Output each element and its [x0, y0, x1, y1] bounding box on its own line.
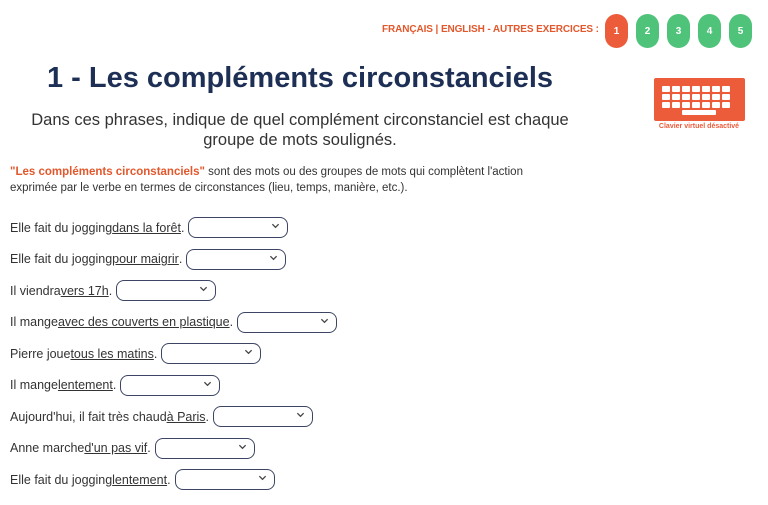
sentence-text: Anne marche: [10, 441, 85, 456]
nav-autres-exercices: AUTRES EXERCICES :: [492, 24, 599, 35]
answer-select[interactable]: [186, 248, 287, 270]
chevron-down-icon: [245, 349, 253, 355]
sentence-text: Il mange: [10, 315, 58, 330]
page-title: 1 - Les compléments circonstanciels: [46, 62, 554, 94]
sentence-end: .: [108, 283, 113, 298]
exercise-row: Pierre joue tous les matins.: [10, 338, 337, 370]
answer-select[interactable]: [116, 280, 217, 302]
answer-select[interactable]: [120, 374, 221, 396]
underlined-group: avec des couverts en plastique: [57, 315, 230, 330]
exercise-row: Aujourd'hui, il fait très chaud à Paris.: [10, 401, 337, 433]
sentence-end: .: [147, 441, 151, 456]
answer-select[interactable]: [161, 343, 262, 365]
chevron-down-icon: [270, 255, 278, 260]
chevron-down-icon: [296, 412, 305, 418]
sentence-text: Elle fait du jogging: [10, 472, 113, 487]
exercise-row: Anne marche d'un pas vif.: [10, 433, 337, 465]
link-francais[interactable]: FRANÇAIS: [382, 24, 433, 35]
underlined-group: d'un pas vif: [84, 441, 148, 456]
page-button-3[interactable]: 3: [667, 14, 690, 48]
sentence-text: Il viendra: [10, 283, 61, 298]
keyboard-spacebar: [682, 110, 716, 115]
sentence-end: .: [153, 346, 158, 361]
sentence-text: Pierre joue: [10, 346, 71, 361]
keyboard-keys-row: [662, 86, 730, 92]
underlined-group: pour maigrir: [112, 252, 179, 267]
exercise-row: Il mange avec des couverts en plastique.: [10, 307, 338, 339]
chevron-down-icon: [204, 381, 212, 386]
link-english[interactable]: ENGLISH: [441, 24, 485, 35]
answer-select[interactable]: [174, 469, 275, 491]
page-button-1[interactable]: 1: [605, 14, 628, 48]
underlined-group: lentement: [112, 472, 168, 487]
sentence-end: .: [229, 315, 234, 330]
exercise-pager: 1 2 3 4 5: [605, 14, 752, 48]
language-nav: FRANÇAIS | ENGLISH - AUTRES EXERCICES :: [382, 24, 599, 35]
sentence-end: .: [167, 472, 171, 487]
sentence-text: Elle fait du jogging: [10, 220, 113, 235]
underlined-group: lentement: [57, 378, 113, 393]
sentence-end: .: [112, 378, 117, 393]
page-button-4[interactable]: 4: [698, 14, 721, 48]
exercise-row: Il viendra vers 17h.: [10, 275, 337, 307]
chevron-down-icon: [272, 223, 280, 229]
sentence-text: Aujourd'hui, il fait très chaud: [10, 409, 167, 424]
exercise-row: Il mange lentement.: [10, 370, 337, 402]
keyboard-keys-row: [662, 102, 730, 108]
exercise-row: Elle fait du jogging dans la forêt.: [10, 212, 337, 244]
sentence-end: .: [178, 252, 183, 267]
sentence-text: Elle fait du jogging: [10, 252, 113, 267]
intro-highlight: "Les compléments circonstanciels": [10, 166, 205, 178]
page-button-5[interactable]: 5: [729, 14, 752, 48]
nav-separator: |: [432, 24, 441, 35]
chevron-down-icon: [200, 286, 208, 292]
underlined-group: dans la forêt: [112, 220, 181, 235]
answer-select[interactable]: [213, 406, 314, 428]
chevron-down-icon: [258, 475, 266, 481]
keyboard-status-label: Clavier virtuel désactivé: [658, 123, 740, 130]
underlined-group: vers 17h: [60, 283, 109, 298]
answer-select[interactable]: [154, 437, 255, 459]
nav-dash: -: [484, 24, 493, 35]
exercise-row: Elle fait du jogging pour maigrir.: [10, 244, 337, 276]
answer-select[interactable]: [188, 217, 289, 239]
exercise-list: Elle fait du jogging dans la forêt. Elle…: [10, 212, 338, 496]
underlined-group: à Paris: [166, 409, 206, 424]
answer-select[interactable]: [237, 311, 338, 333]
sentence-end: .: [205, 409, 210, 424]
keyboard-icon[interactable]: [654, 78, 745, 121]
sentence-text: Il mange: [10, 378, 58, 393]
page-subtitle: Dans ces phrases, indique de quel complé…: [31, 111, 569, 149]
keyboard-keys-row: [662, 94, 730, 100]
chevron-down-icon: [238, 444, 246, 449]
sentence-end: .: [180, 220, 185, 235]
chevron-down-icon: [320, 318, 329, 323]
intro-text: "Les compléments circonstanciels" sont d…: [10, 165, 560, 196]
exercise-row: Elle fait du jogging lentement.: [10, 464, 337, 496]
page-button-2[interactable]: 2: [636, 14, 659, 48]
underlined-group: tous les matins: [70, 346, 154, 361]
